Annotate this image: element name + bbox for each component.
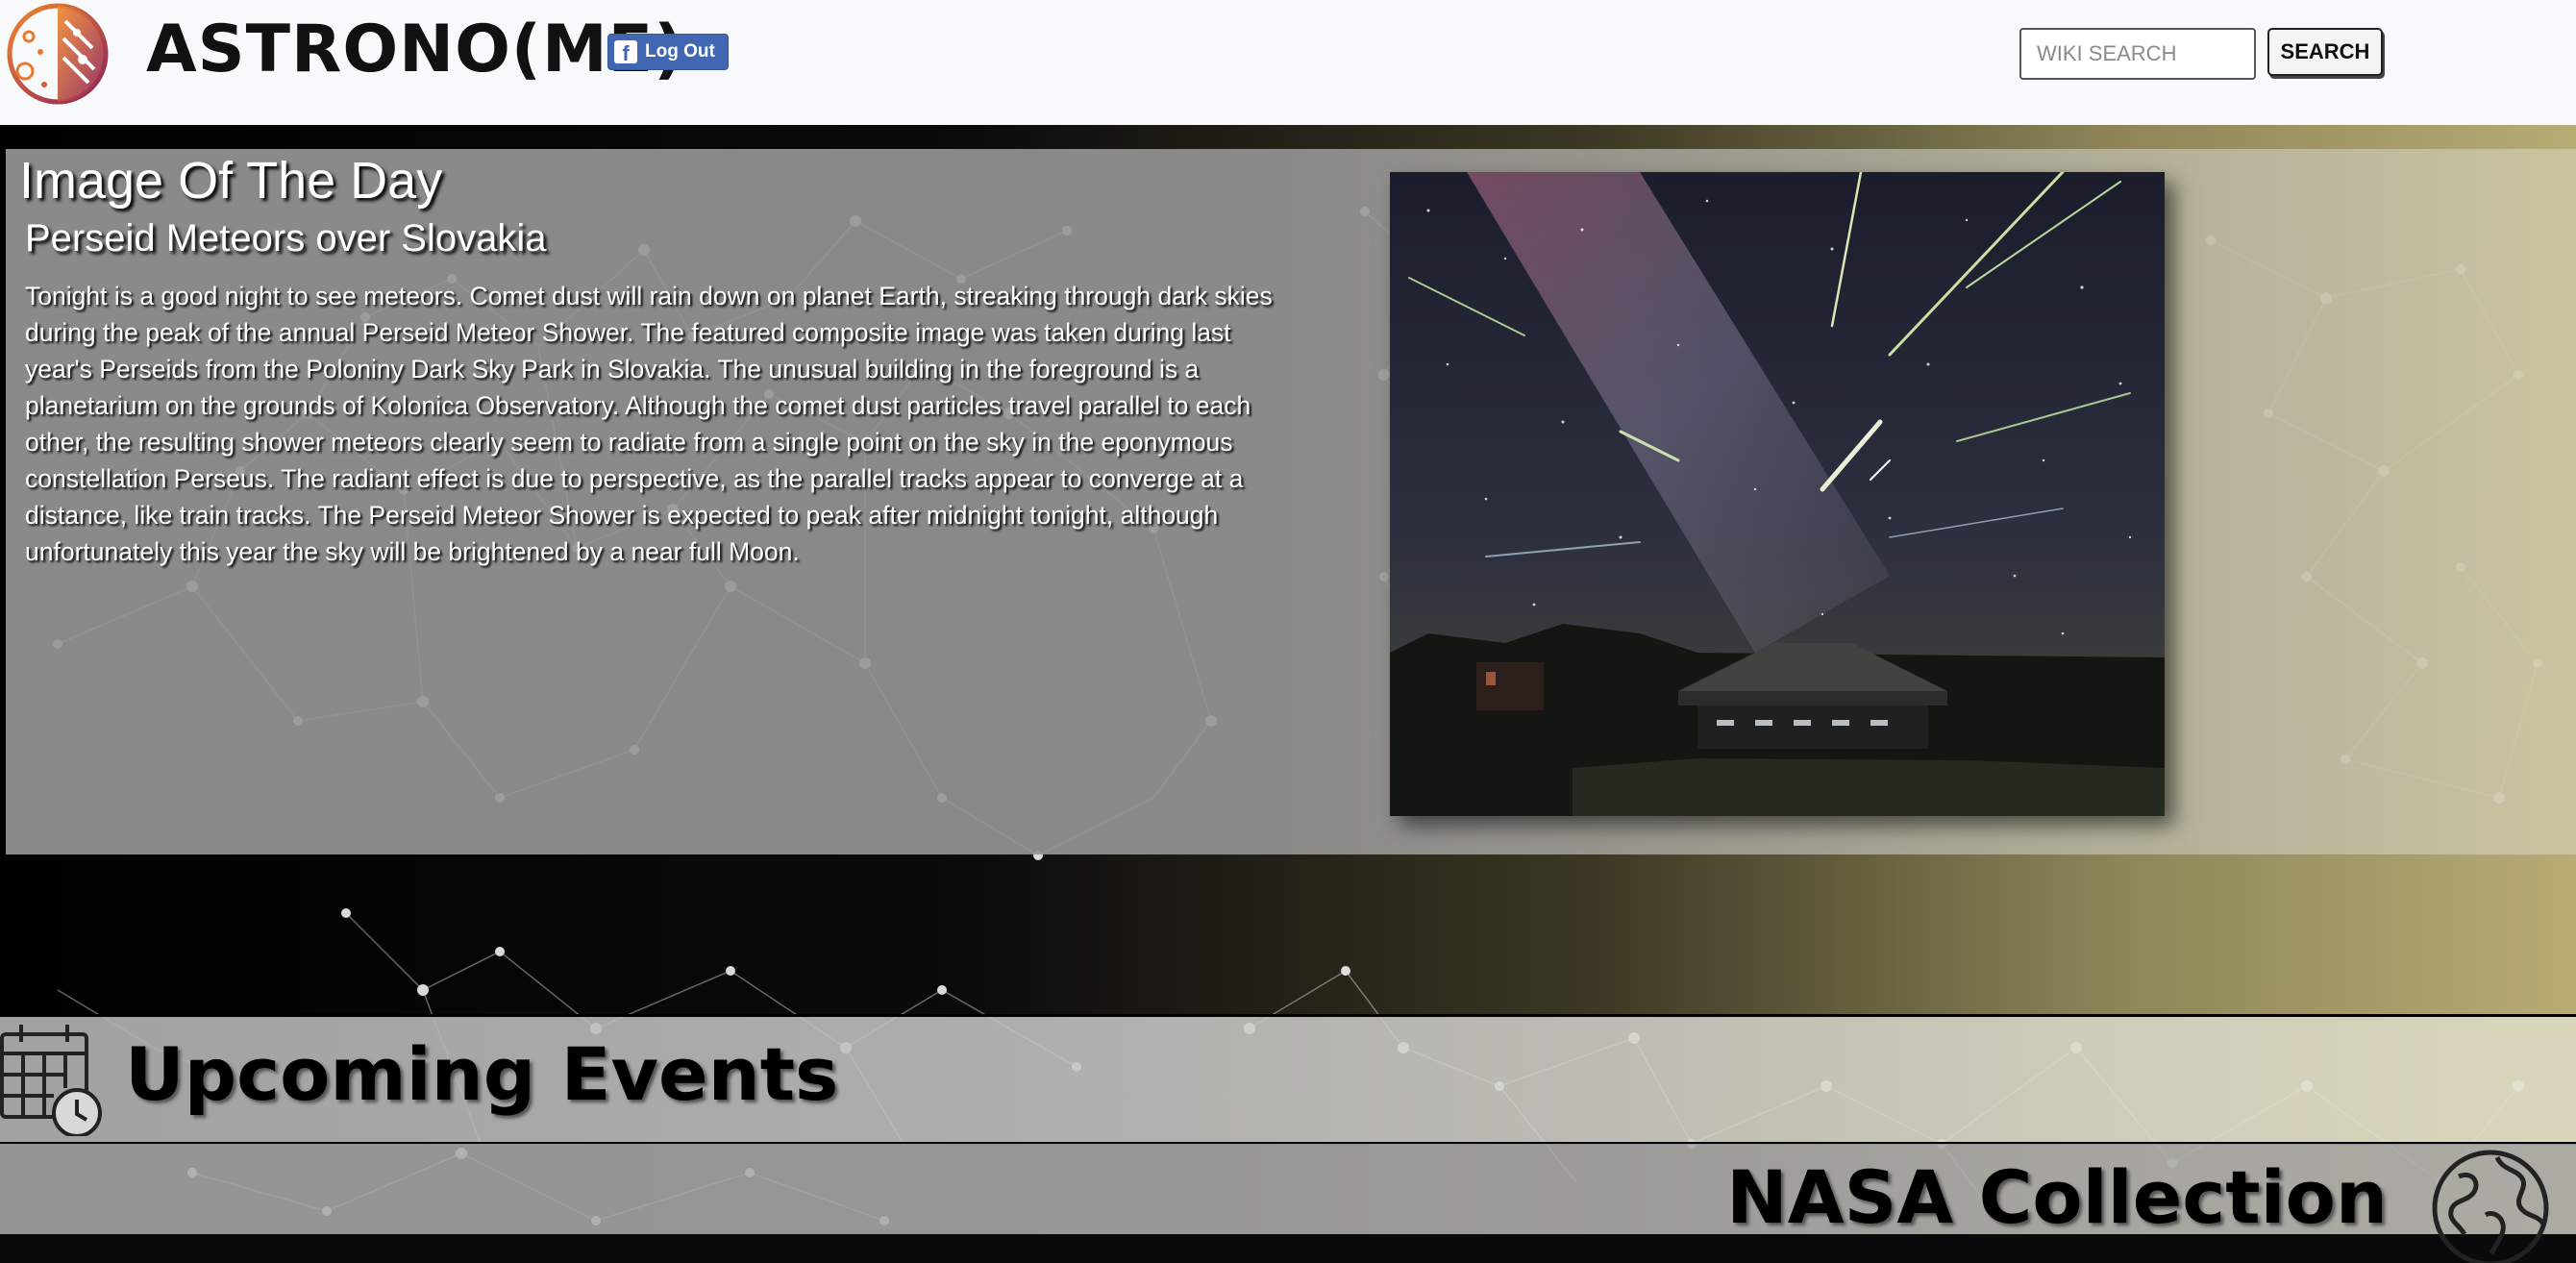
top-nav: ASTRONO(ME) f Log Out SEARCH: [0, 0, 2576, 125]
facebook-icon: f: [614, 40, 637, 63]
image-of-the-day-panel: Image Of The Day Perseid Meteors over Sl…: [6, 149, 2576, 854]
upcoming-events-section[interactable]: Upcoming Events: [0, 1014, 2576, 1145]
iotd-title: Perseid Meteors over Slovakia: [25, 217, 547, 260]
nasa-collection-section[interactable]: NASA Collection: [0, 1144, 2576, 1240]
upcoming-events-title: Upcoming Events: [125, 1031, 839, 1117]
nasa-collection-title: NASA Collection: [1726, 1154, 2388, 1240]
iotd-heading: Image Of The Day: [19, 152, 443, 210]
globe-icon: [2432, 1150, 2549, 1263]
iotd-explanation: Tonight is a good night to see meteors. …: [25, 282, 1273, 566]
apod-photo[interactable]: [1390, 172, 2165, 816]
logo-icon[interactable]: [6, 2, 110, 106]
logout-label: Log Out: [645, 41, 715, 62]
wiki-search-input[interactable]: [2019, 28, 2256, 80]
calendar-clock-icon: [0, 1025, 102, 1136]
site-title: ASTRONO(ME): [146, 12, 685, 87]
facebook-logout-button[interactable]: f Log Out: [607, 34, 729, 70]
search-button[interactable]: SEARCH: [2267, 28, 2383, 76]
